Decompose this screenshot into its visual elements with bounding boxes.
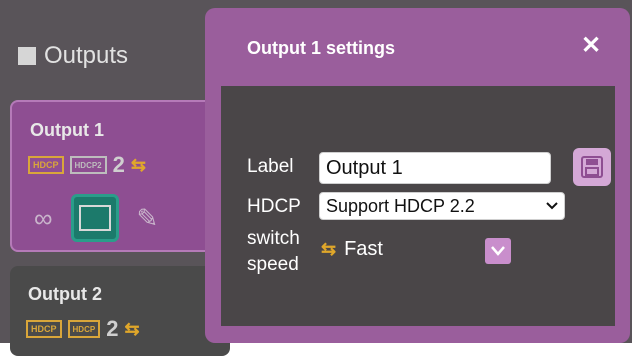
switch-speed-icon: ⇆ [321, 239, 337, 259]
switch-speed-label-line2: speed [247, 254, 299, 275]
hdcp-select[interactable]: Support HDCP 2.2 [319, 192, 565, 220]
switch-speed-icon: ⇆ [130, 154, 146, 175]
chevron-down-icon [491, 246, 505, 256]
hdcp-icon: HDCP [67, 320, 101, 338]
output-card-title: Output 2 [28, 284, 102, 304]
switch-speed-icon: ⇆ [124, 318, 140, 339]
label-input[interactable] [319, 152, 551, 184]
hdcp-select-value: Support HDCP 2.2 [326, 195, 475, 216]
output-card-1[interactable]: Output 1 HDCP HDCP2 2 ⇆ ∞ ✎ [10, 100, 230, 252]
outputs-title: Outputs [44, 42, 129, 69]
output-count: 2 [112, 152, 125, 177]
hdcp-field-label: HDCP [247, 196, 301, 217]
dialog-body: Label HDCP Support HDCP 2.2 switch speed… [221, 86, 615, 326]
output-card-badges: HDCP HDCP2 2 ⇆ [28, 152, 146, 178]
label-field-label: Label [247, 156, 294, 177]
switch-speed-dropdown-button[interactable] [485, 238, 511, 264]
hdcp-monitor-icon: HDCP [28, 156, 64, 174]
output-card-actions: ∞ ✎ [34, 194, 158, 242]
pencil-icon[interactable]: ✎ [137, 203, 159, 234]
save-icon [581, 156, 603, 178]
output-settings-dialog: Output 1 settings ✕ Label HDCP Support H… [205, 8, 630, 343]
hdcp2-icon: HDCP2 [69, 156, 107, 174]
outputs-square-icon [18, 47, 36, 65]
link-icon[interactable]: ∞ [34, 203, 53, 234]
output-card-badges: HDCP HDCP 2 ⇆ [26, 316, 140, 342]
chevron-down-icon [546, 202, 558, 210]
save-button[interactable] [573, 148, 611, 186]
film-icon[interactable] [70, 194, 119, 242]
hdcp-monitor-icon: HDCP [26, 320, 62, 338]
output-card-title: Output 1 [30, 120, 104, 140]
close-icon[interactable]: ✕ [581, 34, 601, 58]
outputs-header: Outputs [18, 42, 128, 70]
switch-speed-text: Fast [344, 238, 383, 260]
output-count: 2 [106, 316, 119, 341]
switch-speed-label-line1: switch [247, 228, 300, 249]
switch-speed-value: ⇆ Fast [321, 238, 383, 261]
dialog-title: Output 1 settings [247, 38, 395, 58]
